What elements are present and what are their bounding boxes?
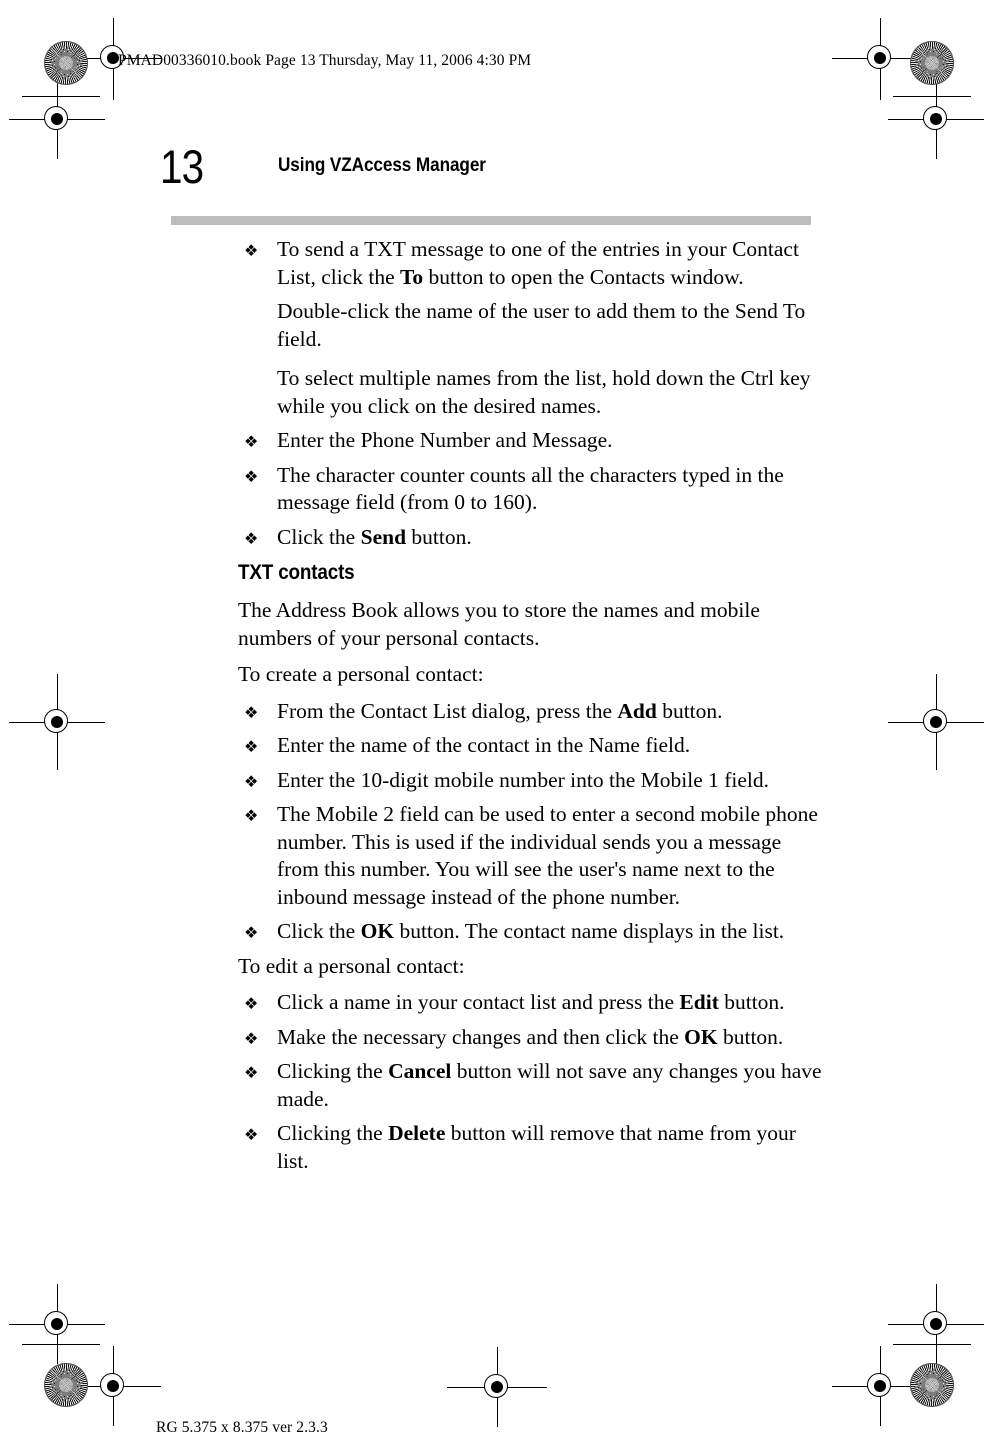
emphasis-term: OK [684, 1024, 718, 1049]
diamond-bullet-icon: ❖ [244, 994, 259, 1013]
emphasis-term: Cancel [388, 1059, 452, 1083]
file-slug-line: PMAD00336010.book Page 13 Thursday, May … [118, 52, 532, 69]
bullet-text: Enter the 10-digit mobile number into th… [277, 767, 770, 792]
bullet-text: Make the necessary changes and then clic… [277, 1024, 784, 1049]
bullet-text: Clicking the Cancel button will not save… [277, 1059, 822, 1111]
bullet-text: From the Contact List dialog, press the … [277, 698, 723, 723]
crop-line-bottom-left [22, 1344, 100, 1345]
body-paragraph: To create a personal contact: [238, 662, 484, 686]
crop-line-bottom-right [893, 1344, 971, 1345]
body-column: ❖ To send a TXT message to one of the ent… [238, 236, 823, 1182]
bullet-item: ❖ Click the OK button. The contact name d… [238, 918, 823, 946]
diamond-bullet-icon: ❖ [244, 923, 259, 942]
bullet-text: Click a name in your contact list and pr… [277, 990, 785, 1014]
bullet-item: ❖ From the Contact List dialog, press the… [238, 698, 823, 726]
diamond-bullet-icon: ❖ [244, 1125, 259, 1144]
diamond-bullet-icon: ❖ [244, 432, 259, 451]
diamond-bullet-icon: ❖ [244, 241, 259, 260]
bullet-item: ❖ Clicking the Cancel button will not sav… [238, 1058, 823, 1113]
color-rosette-top-right [910, 41, 954, 85]
body-paragraph: To edit a personal contact: [238, 953, 465, 978]
color-rosette-bottom-left [44, 1363, 88, 1407]
bullet-item: ❖ Click the Send button. [238, 524, 823, 552]
diamond-bullet-icon: ❖ [244, 528, 259, 548]
emphasis-term: Send [360, 524, 407, 549]
bullet-item: ❖ Click a name in your contact list and p… [238, 989, 823, 1017]
header-rule [171, 216, 811, 225]
diamond-bullet-icon: ❖ [244, 1063, 259, 1082]
bullet-item: ❖ Enter the 10-digit mobile number into t… [238, 767, 823, 795]
bullet-item: ❖ Enter the Phone Number and Message. [238, 427, 823, 455]
section-heading: TXT contacts [238, 561, 355, 584]
bullet-text: The Mobile 2 field can be used to enter … [277, 802, 818, 909]
bullet-item: ❖ Enter the name of the contact in the Na… [238, 732, 823, 760]
bullet-text: To send a TXT message to one of the entr… [277, 237, 799, 289]
bullet-text: The character counter counts all the cha… [277, 462, 784, 515]
bullet-text: Clicking the Delete button will remove t… [277, 1121, 796, 1173]
bullet-text: Enter the Phone Number and Message. [277, 428, 613, 452]
color-rosette-top-left [44, 41, 88, 85]
emphasis-term: Delete [388, 1121, 446, 1145]
bullet-item: ❖ The Mobile 2 field can be used to enter… [238, 801, 823, 911]
emphasis-term: Edit [679, 990, 719, 1014]
chapter-title: Using VZAccess Manager [278, 154, 486, 176]
diamond-bullet-icon: ❖ [244, 702, 259, 722]
diamond-bullet-icon: ❖ [244, 771, 259, 791]
emphasis-term: OK [360, 919, 395, 943]
continuation-paragraph: Double-click the name of the user to add… [277, 299, 806, 351]
continuation-paragraph: To select multiple names from the list, … [277, 366, 811, 418]
page-folio-number: 13 [160, 140, 204, 193]
footer-slug-line: RG 5.375 x 8.375 ver 2.3.3 [156, 1419, 328, 1436]
bullet-item: ❖ To send a TXT message to one of the ent… [238, 236, 823, 291]
emphasis-term: Add [617, 698, 657, 723]
printed-page: PMAD00336010.book Page 13 Thursday, May … [0, 0, 993, 1444]
diamond-bullet-icon: ❖ [244, 466, 259, 486]
bullet-item: ❖ Clicking the Delete button will remove … [238, 1120, 823, 1175]
diamond-bullet-icon: ❖ [244, 737, 259, 756]
diamond-bullet-icon: ❖ [244, 806, 259, 825]
bullet-text: Click the Send button. [277, 524, 472, 549]
color-rosette-bottom-right [910, 1363, 954, 1407]
crop-line-top-left [22, 96, 100, 97]
diamond-bullet-icon: ❖ [244, 1028, 259, 1048]
crop-line-top-right [893, 96, 971, 97]
bullet-text: Enter the name of the contact in the Nam… [277, 733, 691, 757]
emphasis-term: To [400, 264, 424, 289]
body-paragraph: The Address Book allows you to store the… [238, 598, 760, 650]
bullet-item: ❖ Make the necessary changes and then cli… [238, 1024, 823, 1052]
bullet-item: ❖ The character counter counts all the ch… [238, 462, 823, 517]
bullet-text: Click the OK button. The contact name di… [277, 919, 785, 943]
